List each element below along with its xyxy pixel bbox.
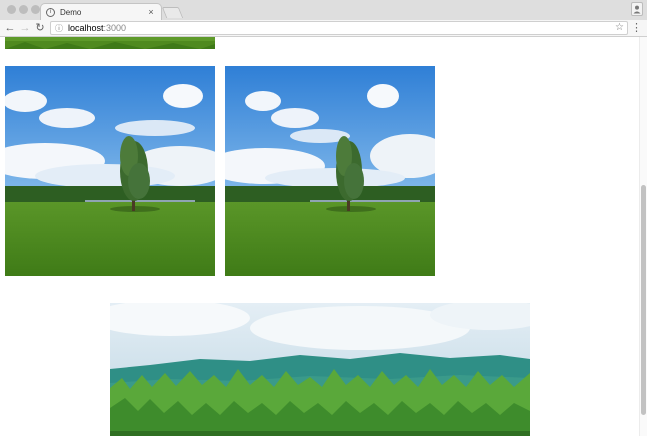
image-meadow-tree-left [5,66,215,276]
scrollbar-thumb[interactable] [641,185,646,415]
image-meadow-tree-right [225,66,435,276]
url-port: :3000 [103,23,127,33]
address-url[interactable]: localhost:3000 [68,23,126,33]
favicon-icon: i [46,7,55,17]
window-minimize-button[interactable] [19,5,28,14]
image-meadow-partial [5,37,215,49]
page-viewport[interactable] [0,37,647,436]
tab-demo[interactable]: i Demo × [40,3,162,20]
window-close-button[interactable] [7,5,16,14]
person-icon [633,5,641,14]
page-scrollbar[interactable] [639,37,647,436]
tab-close-icon[interactable]: × [146,7,156,17]
tab-title: Demo [60,7,82,17]
image-forest-hills [110,303,530,436]
browser-toolbar: ← → ↻ ⓘ localhost:3000 ☆ ⋮ [0,20,647,37]
window-maximize-button[interactable] [31,5,40,14]
browser-titlebar: i Demo × [0,0,647,20]
new-tab-button[interactable] [161,7,184,18]
url-host: localhost [68,23,104,33]
page-info-icon[interactable]: ⓘ [55,23,63,34]
profile-button[interactable] [631,2,643,16]
bookmark-star-icon[interactable]: ☆ [615,22,624,34]
browser-menu-icon[interactable]: ⋮ [631,21,642,35]
address-bar[interactable]: ⓘ localhost:3000 ☆ [50,21,628,35]
forward-arrow-icon[interactable]: → [18,21,32,35]
reload-icon[interactable]: ↻ [33,21,47,35]
back-arrow-icon[interactable]: ← [3,21,17,35]
